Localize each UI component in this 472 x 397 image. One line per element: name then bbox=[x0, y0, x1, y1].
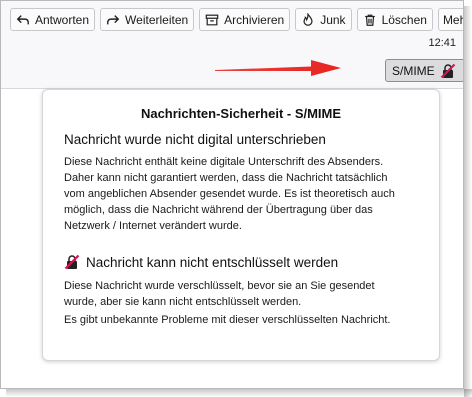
trash-icon bbox=[362, 12, 378, 28]
more-button[interactable]: Mehr bbox=[437, 8, 463, 31]
smime-label: S/MIME bbox=[392, 63, 435, 78]
archive-icon bbox=[204, 12, 220, 28]
forward-label: Weiterleiten bbox=[125, 12, 189, 27]
mail-window: Antworten Weiterleiten Archivieren Junk bbox=[0, 0, 464, 389]
message-header: Antworten Weiterleiten Archivieren Junk bbox=[1, 1, 463, 89]
delete-label: Löschen bbox=[381, 12, 427, 27]
junk-flame-icon bbox=[300, 12, 316, 28]
red-arrow-annotation bbox=[215, 60, 341, 76]
signature-line: Diese Nachricht enthält keine digitale U… bbox=[64, 156, 384, 168]
signature-line: vom angeblichen Absender gesendet wurde.… bbox=[64, 188, 395, 200]
popup-title: Nachrichten-Sicherheit - S/MIME bbox=[140, 106, 342, 121]
encryption-heading-row: Nachricht kann nicht entschlüsselt werde… bbox=[64, 254, 338, 270]
message-time: 12:41 bbox=[428, 37, 456, 49]
reply-button[interactable]: Antworten bbox=[10, 8, 96, 31]
broken-lock-icon bbox=[64, 254, 80, 270]
forward-icon bbox=[105, 12, 121, 28]
signature-heading: Nachricht wurde nicht digital unterschri… bbox=[64, 132, 326, 147]
archive-label: Archivieren bbox=[224, 12, 285, 27]
signature-line: Daher kann nicht garantiert werden, dass… bbox=[64, 172, 388, 184]
signature-description: Diese Nachricht enthält keine digitale U… bbox=[64, 154, 424, 234]
broken-lock-icon bbox=[440, 63, 455, 78]
signature-line: möglich, dass die Nachricht während der … bbox=[64, 204, 373, 216]
archive-button[interactable]: Archivieren bbox=[199, 8, 291, 31]
smime-button[interactable]: S/MIME bbox=[385, 59, 463, 82]
message-toolbar: Antworten Weiterleiten Archivieren Junk bbox=[10, 8, 463, 33]
security-info-popup: Nachrichten-Sicherheit - S/MIME Nachrich… bbox=[42, 89, 440, 361]
encryption-line: Diese Nachricht wurde verschlüsselt, bev… bbox=[64, 280, 375, 292]
encryption-note: Es gibt unbekannte Probleme mit dieser v… bbox=[64, 314, 391, 326]
reply-label: Antworten bbox=[35, 12, 90, 27]
junk-button[interactable]: Junk bbox=[295, 8, 352, 31]
encryption-line: wurde, aber sie kann nicht entschlüsselt… bbox=[64, 296, 302, 308]
window-shadow-right bbox=[464, 6, 472, 397]
junk-label: Junk bbox=[320, 12, 346, 27]
encryption-heading: Nachricht kann nicht entschlüsselt werde… bbox=[86, 254, 339, 270]
more-label: Mehr bbox=[442, 12, 463, 27]
window-shadow-bottom bbox=[6, 389, 472, 397]
encryption-description: Diese Nachricht wurde verschlüsselt, bev… bbox=[64, 278, 424, 328]
forward-button[interactable]: Weiterleiten bbox=[100, 8, 195, 31]
signature-line: Netzwerk / Internet verändert wurde. bbox=[64, 220, 242, 232]
reply-icon bbox=[15, 12, 31, 28]
delete-button[interactable]: Löschen bbox=[356, 8, 433, 31]
